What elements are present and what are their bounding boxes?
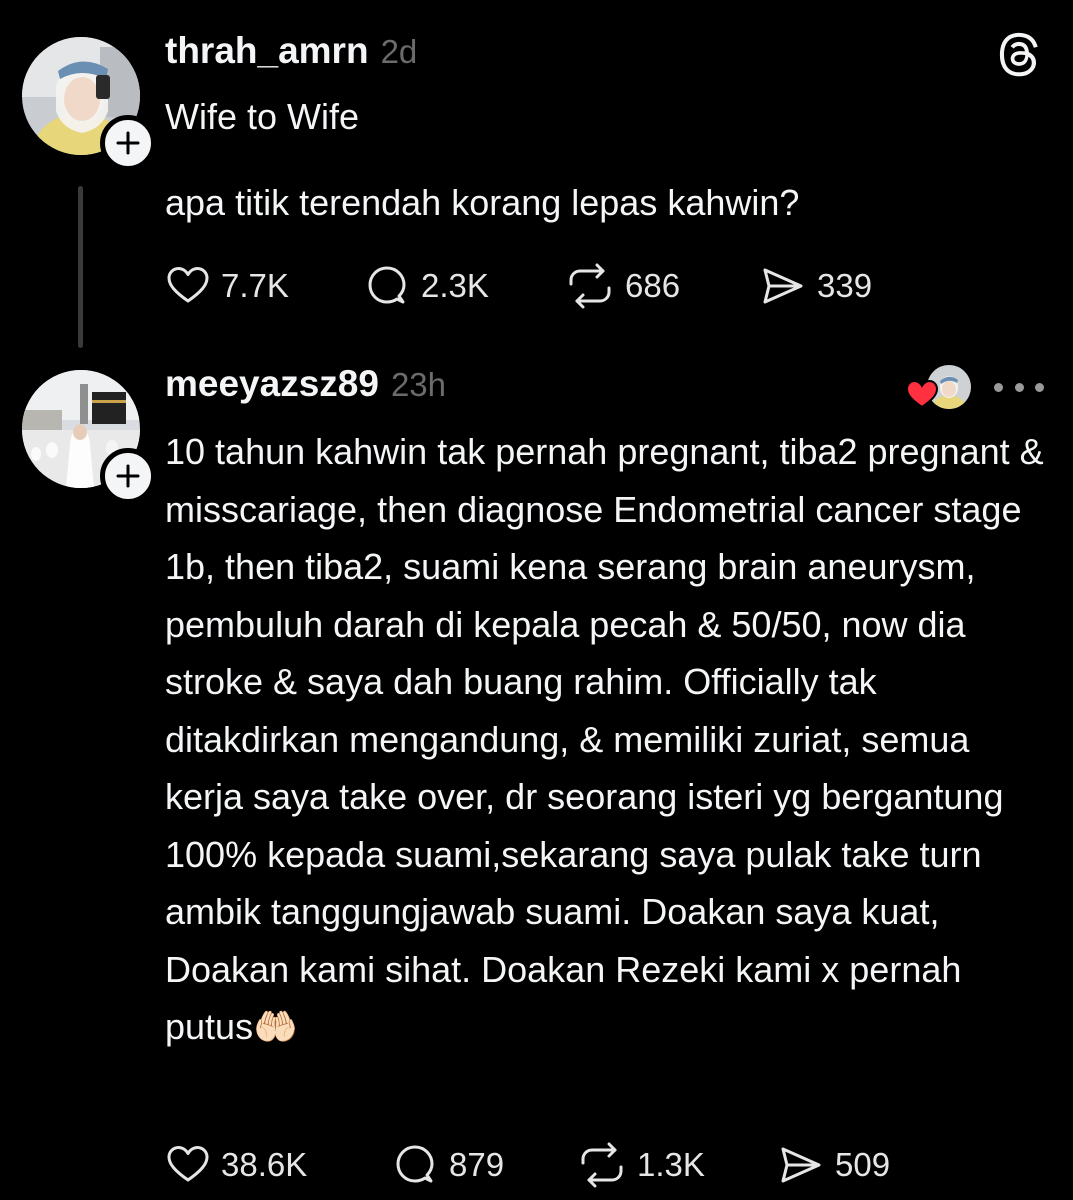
- like-count: 7.7K: [221, 267, 289, 304]
- send-icon: [763, 268, 803, 304]
- reply-count: 2.3K: [421, 267, 489, 304]
- more-options-button[interactable]: [994, 372, 1044, 402]
- send-icon: [781, 1147, 821, 1183]
- plus-icon: [116, 464, 140, 488]
- username[interactable]: meeyazsz89: [165, 363, 379, 405]
- reply-button[interactable]: 2.3K: [363, 262, 489, 310]
- heart-icon: [167, 1146, 209, 1182]
- plus-icon: [116, 131, 140, 155]
- avatar[interactable]: [22, 37, 156, 171]
- like-button[interactable]: 7.7K: [165, 262, 289, 310]
- repost-icon: [569, 263, 611, 309]
- like-count: 38.6K: [221, 1146, 308, 1183]
- like-button[interactable]: 38.6K: [165, 1141, 307, 1189]
- reply-count: 879: [449, 1146, 505, 1183]
- post-text: 10 tahun kahwin tak pernah pregnant, tib…: [165, 431, 1054, 1047]
- post-header: thrah_amrn 2d: [165, 30, 417, 72]
- share-button[interactable]: 509: [777, 1141, 890, 1189]
- liked-by-author-indicator: [905, 365, 971, 411]
- share-count: 339: [817, 267, 873, 304]
- more-dots-icon: [994, 382, 1003, 392]
- follow-button[interactable]: [100, 448, 156, 504]
- follow-button[interactable]: [100, 115, 156, 171]
- heart-icon: [167, 267, 209, 303]
- post-text: apa titik terendah korang lepas kahwin?: [165, 182, 800, 223]
- heart-filled-icon: [905, 379, 939, 409]
- share-count: 509: [835, 1146, 891, 1183]
- repost-button[interactable]: 1.3K: [577, 1141, 705, 1189]
- repost-icon: [581, 1142, 623, 1188]
- timestamp: 2d: [380, 33, 418, 70]
- post-header: meeyazsz89 23h: [165, 363, 446, 405]
- threads-logo-icon[interactable]: [996, 30, 1044, 78]
- repost-count: 1.3K: [637, 1146, 705, 1183]
- reply-button[interactable]: 879: [391, 1141, 504, 1189]
- repost-count: 686: [625, 267, 681, 304]
- topic-tag[interactable]: Wife to Wife: [165, 88, 1055, 146]
- comment-icon: [396, 1145, 434, 1183]
- avatar[interactable]: [22, 370, 156, 504]
- timestamp: 23h: [390, 366, 447, 403]
- username[interactable]: thrah_amrn: [165, 30, 369, 72]
- repost-button[interactable]: 686: [565, 262, 680, 310]
- comment-icon: [368, 266, 406, 304]
- thread-connector-line: [78, 186, 83, 348]
- share-button[interactable]: 339: [759, 262, 872, 310]
